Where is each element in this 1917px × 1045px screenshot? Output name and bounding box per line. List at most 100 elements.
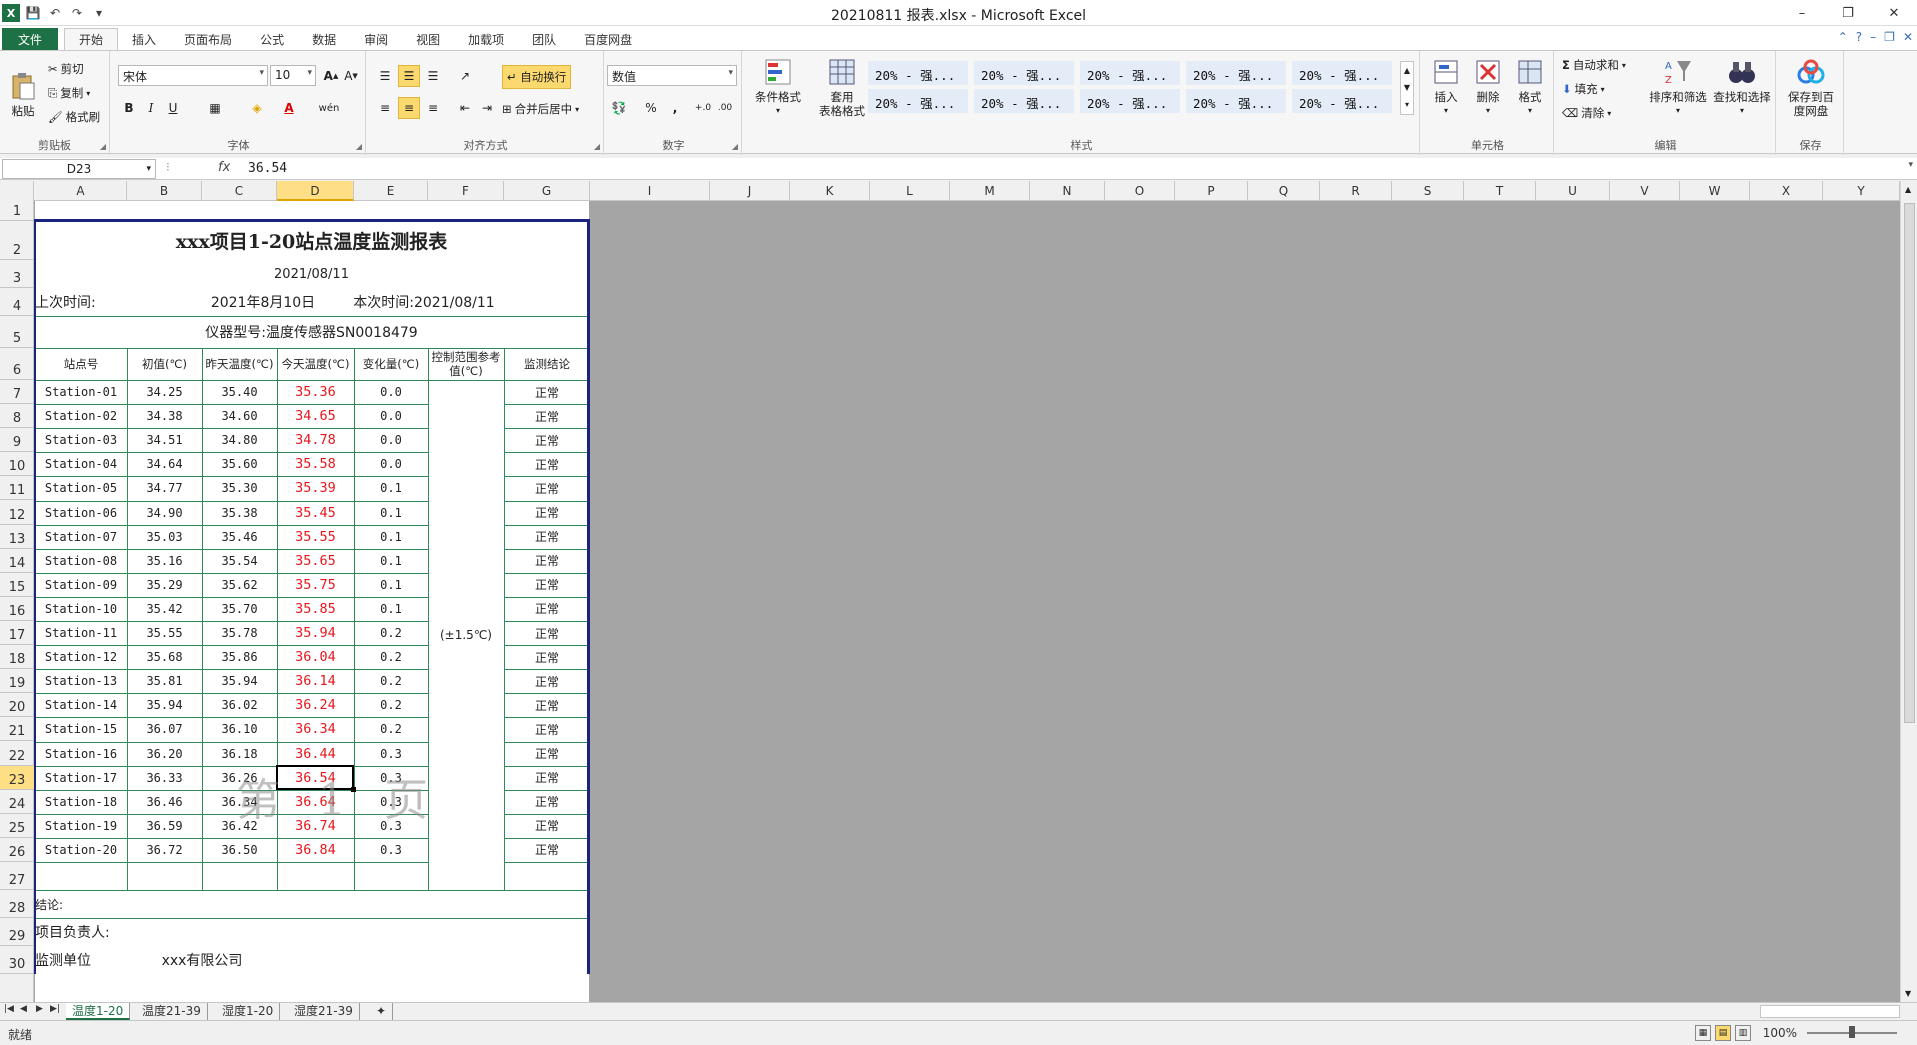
first-sheet-icon[interactable]: |◀ (4, 1004, 14, 1014)
column-header-X[interactable]: X (1750, 181, 1823, 201)
column-header-V[interactable]: V (1610, 181, 1680, 201)
conclusion-status[interactable]: 正常 (504, 790, 590, 814)
tab-view[interactable]: 视图 (402, 28, 454, 50)
change-value[interactable]: 0.1 (354, 573, 428, 597)
initial-value[interactable]: 34.64 (127, 452, 202, 476)
yesterday-value[interactable]: 35.40 (202, 380, 277, 404)
conclusion-status[interactable]: 正常 (504, 621, 590, 645)
station-id[interactable]: Station-10 (35, 597, 127, 621)
instrument-model[interactable]: 仪器型号:温度传感器SN0018479 (35, 316, 588, 348)
column-header-F[interactable]: F (428, 181, 504, 201)
column-header-I[interactable]: I (590, 181, 710, 201)
font-color-icon[interactable]: A (278, 97, 300, 119)
station-id[interactable]: Station-17 (35, 766, 127, 790)
column-header-N[interactable]: N (1030, 181, 1105, 201)
today-value[interactable]: 35.55 (277, 525, 354, 549)
align-center-icon[interactable]: ≡ (398, 97, 420, 119)
today-value[interactable]: 36.44 (277, 742, 354, 766)
column-header-P[interactable]: P (1175, 181, 1248, 201)
station-id[interactable]: Station-09 (35, 573, 127, 597)
italic-button[interactable]: I (140, 97, 162, 119)
sort-filter-button[interactable]: AZ 排序和筛选 ▾ (1646, 57, 1710, 118)
row-header-3[interactable]: 3 (0, 260, 34, 288)
decrease-decimal-icon[interactable]: .00 (714, 97, 736, 119)
row-header-5[interactable]: 5 (0, 316, 34, 348)
change-value[interactable]: 0.2 (354, 645, 428, 669)
conclusion-status[interactable]: 正常 (504, 742, 590, 766)
row-header-27[interactable]: 27 (0, 862, 34, 890)
row-header-15[interactable]: 15 (0, 573, 34, 597)
yesterday-value[interactable]: 36.02 (202, 693, 277, 717)
station-id[interactable]: Station-11 (35, 621, 127, 645)
row-header-29[interactable]: 29 (0, 918, 34, 946)
initial-value[interactable]: 35.81 (127, 669, 202, 693)
column-header-W[interactable]: W (1680, 181, 1750, 201)
tab-formulas[interactable]: 公式 (246, 28, 298, 50)
change-value[interactable]: 0.0 (354, 452, 428, 476)
workbook-minimize-icon[interactable]: – (1870, 30, 1876, 44)
monitoring-unit-label[interactable]: 监测单位 (35, 946, 127, 974)
tab-team[interactable]: 团队 (518, 28, 570, 50)
paste-button[interactable]: 粘贴 (6, 71, 40, 118)
initial-value[interactable]: 34.77 (127, 476, 202, 500)
table-header-6[interactable]: 控制范围参考值(℃) (428, 348, 504, 380)
align-bottom-icon[interactable]: ☰ (422, 65, 444, 87)
yesterday-value[interactable]: 35.70 (202, 597, 277, 621)
tab-data[interactable]: 数据 (298, 28, 350, 50)
station-id[interactable]: Station-19 (35, 814, 127, 838)
number-format-combo[interactable]: 数值 ▾ (607, 65, 737, 86)
yesterday-value[interactable]: 35.46 (202, 525, 277, 549)
workbook-restore-icon[interactable]: ❐ (1884, 30, 1895, 44)
fill-button[interactable]: ⬇ 填充 ▾ (1562, 81, 1605, 97)
accounting-icon[interactable]: 💱 (608, 97, 630, 119)
underline-button[interactable]: U (162, 97, 184, 119)
column-header-L[interactable]: L (870, 181, 950, 201)
conclusion-status[interactable]: 正常 (504, 597, 590, 621)
change-value[interactable]: 0.1 (354, 549, 428, 573)
conclusion-status[interactable]: 正常 (504, 404, 590, 428)
copy-button[interactable]: ⎘ 复制 ▾ (48, 85, 90, 101)
today-value[interactable]: 36.04 (277, 645, 354, 669)
initial-value[interactable]: 36.07 (127, 717, 202, 741)
report-title[interactable]: xxx项目1-20站点温度监测报表 (35, 221, 588, 260)
project-manager-label[interactable]: 项目负责人: (35, 918, 202, 946)
yesterday-value[interactable]: 36.34 (202, 790, 277, 814)
station-id[interactable]: Station-18 (35, 790, 127, 814)
row-header-11[interactable]: 11 (0, 476, 34, 501)
dialog-launcher-icon[interactable]: ◢ (732, 142, 738, 151)
orientation-icon[interactable]: ↗ (454, 65, 476, 87)
sheet-tab-temp-21-39[interactable]: 温度21-39 (136, 1003, 208, 1020)
station-id[interactable]: Station-13 (35, 669, 127, 693)
today-value[interactable]: 36.34 (277, 717, 354, 741)
minimize-button[interactable]: – (1779, 0, 1825, 26)
zoom-level[interactable]: 100% (1763, 1026, 1797, 1040)
name-box[interactable]: D23 ▾ (2, 159, 156, 179)
initial-value[interactable]: 35.29 (127, 573, 202, 597)
row-header-22[interactable]: 22 (0, 742, 34, 766)
align-right-icon[interactable]: ≡ (422, 97, 444, 119)
row-header-16[interactable]: 16 (0, 597, 34, 621)
initial-value[interactable]: 36.46 (127, 790, 202, 814)
yesterday-value[interactable]: 34.60 (202, 404, 277, 428)
table-header-2[interactable]: 初值(℃) (127, 348, 202, 380)
sheet-tab-humidity-21-39[interactable]: 湿度21-39 (288, 1003, 360, 1020)
row-header-2[interactable]: 2 (0, 221, 34, 260)
today-value[interactable]: 35.75 (277, 573, 354, 597)
row-header-10[interactable]: 10 (0, 452, 34, 477)
station-id[interactable]: Station-12 (35, 645, 127, 669)
report-date[interactable]: 2021/08/11 (35, 260, 588, 288)
today-value[interactable]: 36.24 (277, 693, 354, 717)
today-value[interactable]: 34.78 (277, 428, 354, 452)
change-value[interactable]: 0.0 (354, 404, 428, 428)
decrease-indent-icon[interactable]: ⇤ (454, 97, 476, 119)
initial-value[interactable]: 36.33 (127, 766, 202, 790)
yesterday-value[interactable]: 35.30 (202, 476, 277, 500)
yesterday-value[interactable]: 36.42 (202, 814, 277, 838)
station-id[interactable]: Station-08 (35, 549, 127, 573)
change-value[interactable]: 0.2 (354, 693, 428, 717)
sheet-tab-temp-1-20[interactable]: 温度1-20 (66, 1003, 131, 1020)
table-header-4[interactable]: 今天温度(℃) (277, 348, 354, 380)
initial-value[interactable]: 34.51 (127, 428, 202, 452)
page-layout-view-icon[interactable]: ▤ (1715, 1025, 1731, 1041)
station-id[interactable]: Station-07 (35, 525, 127, 549)
